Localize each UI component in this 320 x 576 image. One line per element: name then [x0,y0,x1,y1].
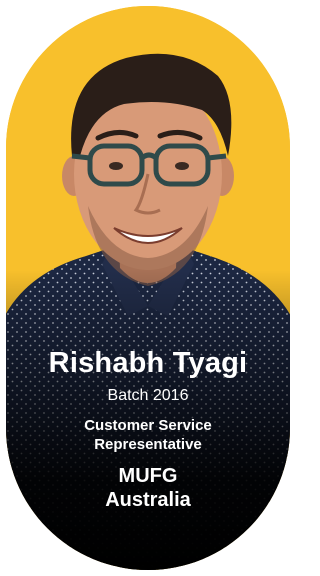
profile-card: Rishabh Tyagi Batch 2016 Customer Servic… [6,6,290,570]
person-name: Rishabh Tyagi [48,347,248,379]
job-title: Customer Service Representative [6,416,290,454]
company-line-1: MUFG [118,465,178,487]
job-title-line-2: Representative [94,436,202,453]
company-line-2: Australia [105,489,191,511]
job-title-line-1: Customer Service [84,417,212,434]
batch-label: Batch 2016 [107,387,189,404]
profile-info: Rishabh Tyagi Batch 2016 Customer Servic… [6,346,290,512]
company-name: MUFG Australia [6,464,290,512]
